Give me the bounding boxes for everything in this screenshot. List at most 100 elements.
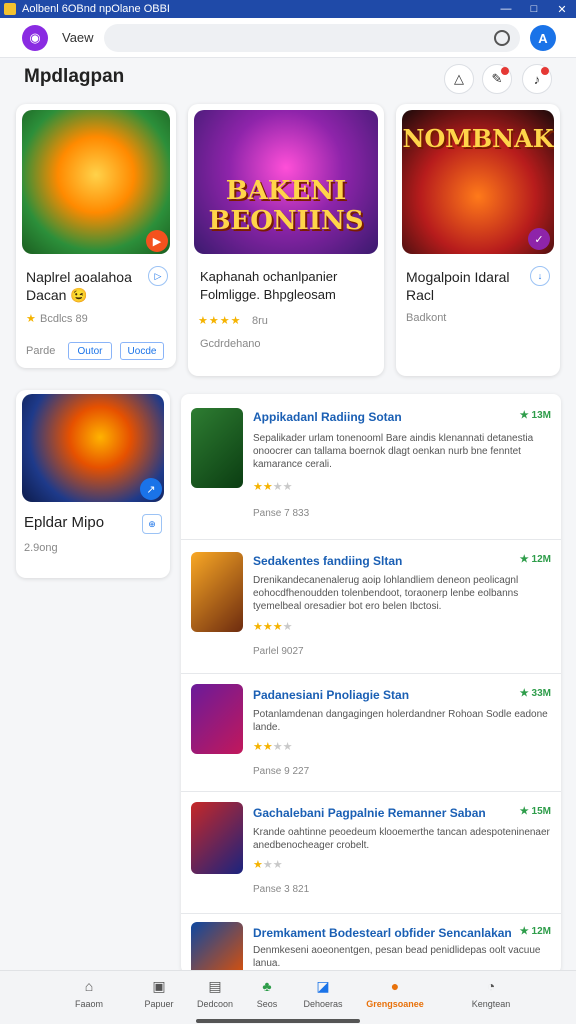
game-artwork: BAKENI BEONIINS bbox=[194, 110, 378, 254]
avatar[interactable]: A bbox=[530, 25, 556, 51]
game-artwork: ↗ bbox=[22, 394, 164, 502]
play-icon[interactable]: ▷ bbox=[148, 266, 168, 286]
nav-item-active[interactable]: ● Grengsoanee bbox=[364, 977, 426, 1009]
nav-item-seos[interactable]: ♣ Seos bbox=[236, 977, 298, 1009]
app-title[interactable]: Sedakentes fandiing Sltan bbox=[253, 554, 402, 568]
edit-button[interactable]: ✎ bbox=[482, 64, 512, 94]
list-item[interactable]: Dremkament Bodestearl obfider Sencanlaka… bbox=[181, 914, 561, 974]
app-description: Krande oahtinne peoedeum klooemerthe tan… bbox=[253, 827, 550, 851]
list-item[interactable]: Sedakentes fandiing Sltan ★ 12M Drenikan… bbox=[181, 540, 561, 674]
page-title: Mpdlagpan bbox=[24, 66, 125, 87]
app-size: ★ 13M bbox=[519, 410, 551, 421]
app-title[interactable]: Dremkament Bodestearl obfider Sencanlaka… bbox=[253, 926, 512, 940]
card-title: Epldar Mipo bbox=[24, 514, 105, 531]
game-art-text: BAKENI BEONIINS bbox=[208, 176, 364, 236]
nav-label: Dedcoon bbox=[196, 999, 234, 1009]
download-icon[interactable]: ↓ bbox=[530, 266, 550, 286]
app-title[interactable]: Gachalebani Pagpalnie Remanner Saban bbox=[253, 806, 486, 820]
rating-stars: ★ bbox=[26, 313, 37, 325]
rating-stars: ★★★★ bbox=[198, 315, 242, 327]
featured-card-2[interactable]: BAKENI BEONIINS Kaphanah ochanlpanier Fo… bbox=[188, 104, 384, 376]
side-game-card[interactable]: ↗ Epldar Mipo ⊕ 2.9ong bbox=[16, 390, 170, 578]
rating-stars: ★★★ bbox=[253, 859, 283, 871]
card-title: Mogalpoin Idaral Racl bbox=[406, 269, 510, 303]
list-item[interactable]: Padanesiani Pnoliagie Stan ★ 33M Potanla… bbox=[181, 674, 561, 792]
app-title[interactable]: Padanesiani Pnoliagie Stan bbox=[253, 688, 409, 702]
nav-item-paper[interactable]: ▣ Papuer bbox=[128, 977, 190, 1009]
window-titlebar: Aolbenl 6OBnd npOlane OBBI — □ ✕ bbox=[0, 0, 576, 18]
app-icon bbox=[191, 552, 243, 632]
user-icon: ◔ bbox=[486, 978, 496, 994]
logo-icon[interactable]: ◉ bbox=[22, 25, 48, 51]
warning-button[interactable]: △ bbox=[444, 64, 474, 94]
window-title: Aolbenl 6OBnd npOlane OBBI bbox=[22, 3, 170, 15]
app-icon bbox=[191, 684, 243, 754]
nav-label: Papuer bbox=[144, 999, 174, 1009]
refresh-icon[interactable] bbox=[494, 30, 510, 46]
triangle-icon: △ bbox=[454, 71, 464, 86]
card-meta: Badkont bbox=[406, 312, 447, 324]
app-list: Appikadanl Radiing Sotan ★ 13M Sepalikad… bbox=[181, 394, 561, 974]
chip-button[interactable]: Uocde bbox=[120, 342, 164, 360]
notifications-button[interactable]: ♪ bbox=[522, 64, 552, 94]
chip-button[interactable]: Outor bbox=[68, 342, 112, 360]
rating-stars: ★★★★ bbox=[253, 741, 293, 753]
nav-label: Seos bbox=[256, 999, 278, 1009]
app-size: ★ 15M bbox=[519, 806, 551, 817]
app-icon bbox=[191, 922, 243, 974]
rating-stars: ★★★★ bbox=[253, 621, 293, 633]
games-icon: ♣ bbox=[262, 978, 272, 994]
document-icon: ▣ bbox=[152, 978, 166, 994]
nav-item-home[interactable]: ⌂ Faaom bbox=[58, 977, 120, 1009]
app-meta: Parlel 9027 bbox=[253, 646, 304, 657]
home-indicator bbox=[196, 1019, 360, 1023]
app-description: Drenikandecanenalerug aoip lohlandliem d… bbox=[253, 575, 519, 612]
app-description: Sepalikader urlam tonenooml Bare aindis … bbox=[253, 433, 534, 470]
app-size: ★ 12M bbox=[519, 554, 551, 565]
app-size: ★ 12M bbox=[519, 926, 551, 937]
game-artwork: NOMBNAK ✓ bbox=[402, 110, 554, 254]
apps-icon: ● bbox=[390, 978, 400, 994]
nav-label: Faaom bbox=[74, 999, 103, 1009]
list-item[interactable]: Appikadanl Radiing Sotan ★ 13M Sepalikad… bbox=[181, 394, 561, 540]
app-icon bbox=[191, 408, 243, 488]
close-button[interactable]: ✕ bbox=[548, 0, 576, 18]
list-item[interactable]: Gachalebani Pagpalnie Remanner Saban ★ 1… bbox=[181, 792, 561, 914]
rating-stars: ★★★★ bbox=[253, 481, 293, 493]
app-meta: Panse 7 833 bbox=[253, 508, 310, 519]
play-badge-icon: ▶ bbox=[146, 230, 168, 252]
maximize-button[interactable]: □ bbox=[520, 0, 548, 18]
notification-dot bbox=[541, 67, 549, 75]
nav-label: Grengsoanee bbox=[366, 999, 424, 1009]
featured-card-1[interactable]: ▶ Naplrel aoalahoa Dacan 😉 ▷ ★ Bcdlcs 89… bbox=[16, 104, 176, 368]
bell-icon: ♪ bbox=[533, 71, 541, 87]
notification-dot bbox=[501, 67, 509, 75]
nav-item-profile[interactable]: ◔ Kengtean bbox=[460, 977, 522, 1009]
card-title: Kaphanah ochanlpanier Folmligge. Bhpgleo… bbox=[200, 269, 338, 302]
rating-count: Bcdlcs 89 bbox=[40, 313, 88, 325]
app-description: Denmkeseni aoeonentgen, pesan bead penid… bbox=[253, 945, 541, 969]
check-badge-icon: ✓ bbox=[528, 228, 550, 250]
app-description: Potanlamdenan dangagingen holerdandner R… bbox=[253, 709, 548, 733]
view-label[interactable]: Vaew bbox=[62, 30, 94, 45]
search-input[interactable] bbox=[104, 24, 520, 52]
app-title[interactable]: Appikadanl Radiing Sotan bbox=[253, 410, 402, 424]
nav-label: Kengtean bbox=[471, 999, 511, 1009]
nav-label: Dehoeras bbox=[303, 999, 343, 1009]
lock-icon[interactable]: ⊕ bbox=[142, 514, 162, 534]
minimize-button[interactable]: — bbox=[492, 0, 520, 18]
rating-count: 8ru bbox=[252, 315, 268, 327]
game-artwork: ▶ bbox=[22, 110, 170, 254]
image-icon: ◪ bbox=[316, 978, 330, 994]
app-meta: Panse 9 227 bbox=[253, 766, 310, 777]
card-meta: 2.9ong bbox=[24, 542, 58, 554]
top-bar: ◉ Vaew A bbox=[0, 18, 576, 58]
list-icon: ▤ bbox=[208, 978, 222, 994]
app-size: ★ 33M bbox=[519, 688, 551, 699]
featured-card-3[interactable]: NOMBNAK ✓ Mogalpoin Idaral Racl ↓ Badkon… bbox=[396, 104, 560, 376]
bottom-nav: ⌂ Faaom ▣ Papuer ▤ Dedcoon ♣ Seos ◪ Dehoeras … bbox=[0, 970, 576, 1024]
app-icon bbox=[191, 802, 243, 874]
home-icon: ⌂ bbox=[84, 978, 94, 994]
app-icon bbox=[4, 3, 16, 15]
nav-item-dehoeras[interactable]: ◪ Dehoeras bbox=[292, 977, 354, 1009]
